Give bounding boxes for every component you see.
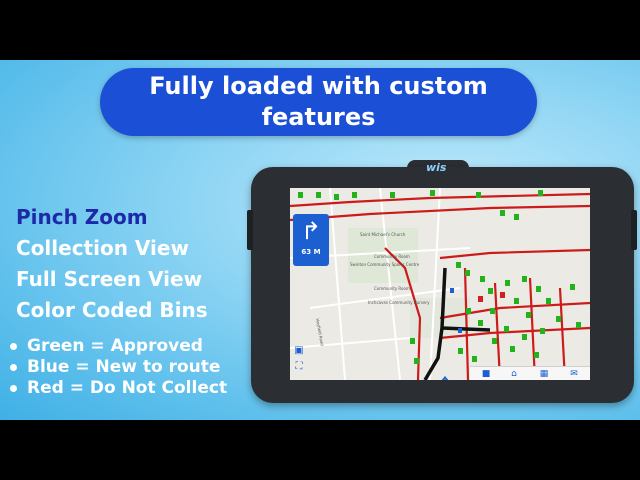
device-logo: wis [426,161,447,174]
fullscreen-icon[interactable]: ⛶ [292,360,306,374]
map-label: Community Room [374,254,410,259]
turn-right-arrow-icon: ↱ [300,217,322,245]
bottom-toolbar: ■ ⌂ ▦ ✉ [470,366,590,380]
map-label: Saint Michael's Church [360,232,406,237]
bullet-icon [10,385,17,392]
truck-icon[interactable]: ■ [480,368,492,380]
bullet-icon [10,343,17,350]
device-side-bumper [247,210,253,250]
legend-item-red: Red = Do Not Collect [8,378,227,399]
camera-icon[interactable]: ▣ [292,344,306,358]
turn-distance: 63 M [301,248,321,256]
map-label: Community Room [374,286,410,291]
legend-item-green: Green = Approved [8,336,227,357]
legend-item-blue: Blue = New to route [8,357,227,378]
turn-instruction-panel[interactable]: ↱ 63 M [293,214,329,266]
device-side-bumper [631,210,637,250]
feature-full-screen-view: Full Screen View [16,267,203,291]
banner-line-2: features [261,103,376,131]
promo-frame: Fully loaded with custom features Pinch … [0,60,640,420]
banner-line-1: Fully loaded with custom [149,72,488,100]
feature-collection-view: Collection View [16,236,189,260]
home-icon[interactable]: ⌂ [508,368,520,380]
feature-color-coded-bins: Color Coded Bins [16,298,208,322]
map-screen[interactable]: Saint Michael's Church Community Room Sw… [290,188,590,380]
legend-label: Red = Do Not Collect [27,378,228,398]
legend-label: Blue = New to route [27,357,221,377]
mail-icon[interactable]: ✉ [568,368,580,380]
feature-list: Pinch Zoom Collection View Full Screen V… [16,202,208,326]
bin-color-legend: Green = Approved Blue = New to route Red… [8,336,227,399]
map-canvas[interactable] [290,188,590,380]
legend-label: Green = Approved [27,336,203,356]
bullet-icon [10,364,17,371]
feature-pinch-zoom: Pinch Zoom [16,205,148,229]
map-label: Inchcaves Community Nursery [368,300,430,305]
grid-icon[interactable]: ▦ [538,368,550,380]
map-label: Swinton Community Sports Centre [350,262,420,267]
title-banner: Fully loaded with custom features [100,68,537,136]
